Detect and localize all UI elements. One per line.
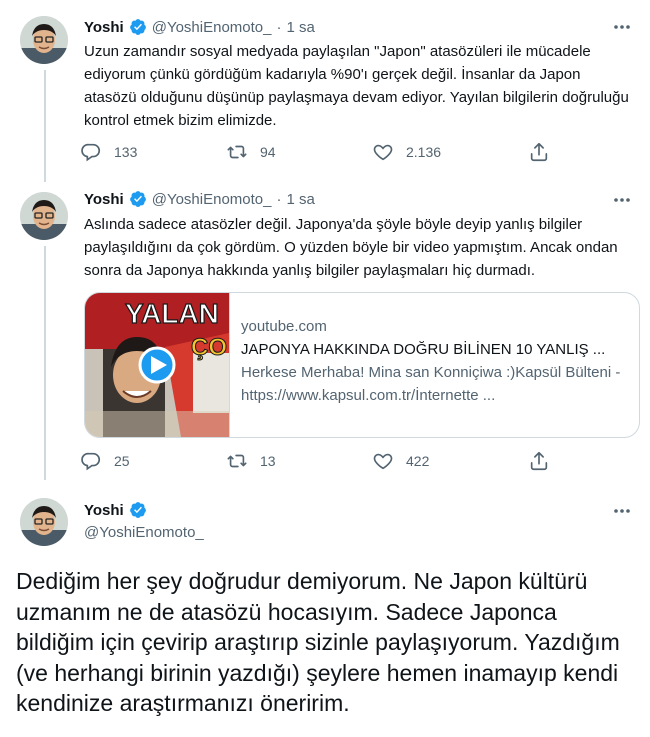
card-domain: youtube.com	[241, 318, 327, 335]
verified-badge-icon	[129, 190, 147, 208]
retweet-button[interactable]: 94	[226, 141, 276, 163]
separator-dot: ·	[276, 18, 282, 36]
like-button[interactable]: 2.136	[372, 141, 441, 163]
more-icon[interactable]	[612, 190, 632, 210]
avatar[interactable]	[20, 192, 68, 240]
link-card[interactable]: YALAN ÇO youtube.com JAPONYA HAKKINDA DO…	[84, 292, 640, 438]
author-handle[interactable]: @YoshiEnomoto_	[152, 191, 272, 208]
timestamp[interactable]: 1 sa	[287, 191, 315, 208]
video-thumbnail[interactable]: YALAN ÇO	[85, 293, 230, 437]
avatar[interactable]	[20, 498, 68, 546]
reply-button[interactable]: 133	[80, 141, 137, 163]
tweet-text: Uzun zamandır sosyal medyada paylaşılan …	[84, 43, 629, 129]
reply-count: 133	[114, 144, 138, 160]
thumbnail-subtitle-text: ÇO	[191, 334, 227, 361]
author-handle[interactable]: @YoshiEnomoto_	[84, 524, 204, 541]
retweet-count: 13	[260, 453, 276, 469]
tweet-2[interactable]: Yoshi @YoshiEnomoto_ · 1 sa Aslında sade…	[0, 186, 650, 486]
author-name[interactable]: Yoshi	[84, 191, 124, 208]
more-icon[interactable]	[612, 17, 632, 37]
like-count: 422	[406, 453, 430, 469]
author-name[interactable]: Yoshi	[84, 502, 124, 519]
tweet-header: Yoshi @YoshiEnomoto_ · 1 sa	[84, 190, 315, 208]
card-description: Herkese Merhaba! Mina san Konniçiwa :)Ka…	[241, 364, 621, 404]
retweet-button[interactable]: 13	[226, 450, 276, 472]
share-icon	[530, 451, 548, 471]
reply-icon	[81, 452, 101, 471]
play-icon[interactable]	[138, 346, 176, 384]
like-button[interactable]: 422	[372, 450, 429, 472]
timestamp[interactable]: 1 sa	[287, 19, 315, 36]
verified-badge-icon	[129, 501, 147, 519]
more-icon[interactable]	[612, 501, 632, 521]
separator-dot: ·	[276, 190, 282, 208]
like-count: 2.136	[406, 144, 442, 160]
retweet-icon	[227, 454, 247, 468]
share-icon	[530, 142, 548, 162]
main-tweet-text: Dediğim her şey doğrudur demiyorum. Ne J…	[16, 568, 620, 717]
tweet-actions: 133 94 2.136	[80, 141, 550, 165]
tweet-header: Yoshi	[84, 501, 147, 519]
verified-badge-icon	[129, 18, 147, 36]
reply-button[interactable]: 25	[80, 450, 130, 472]
tweet-1[interactable]: Yoshi @YoshiEnomoto_ · 1 sa Uzun zamandı…	[0, 0, 650, 186]
card-body: youtube.com JAPONYA HAKKINDA DOĞRU BİLİN…	[241, 315, 631, 407]
reply-icon	[81, 143, 101, 162]
reply-count: 25	[114, 453, 130, 469]
avatar[interactable]	[20, 16, 68, 64]
share-button[interactable]	[528, 450, 550, 472]
heart-icon	[373, 144, 393, 161]
tweet-header: Yoshi @YoshiEnomoto_ · 1 sa	[84, 18, 315, 36]
tweet-handle-row: @YoshiEnomoto_	[84, 524, 204, 541]
author-handle[interactable]: @YoshiEnomoto_	[152, 19, 272, 36]
tweet-actions: 25 13 422	[80, 450, 550, 474]
thumbnail-title-text: YALAN	[125, 298, 219, 329]
share-button[interactable]	[528, 141, 550, 163]
tweet-text: Aslında sadece atasözler değil. Japonya'…	[84, 216, 618, 279]
card-title: JAPONYA HAKKINDA DOĞRU BİLİNEN 10 YANLIŞ…	[241, 341, 606, 358]
author-name[interactable]: Yoshi	[84, 19, 124, 36]
retweet-count: 94	[260, 144, 276, 160]
retweet-icon	[227, 145, 247, 159]
heart-icon	[373, 453, 393, 470]
